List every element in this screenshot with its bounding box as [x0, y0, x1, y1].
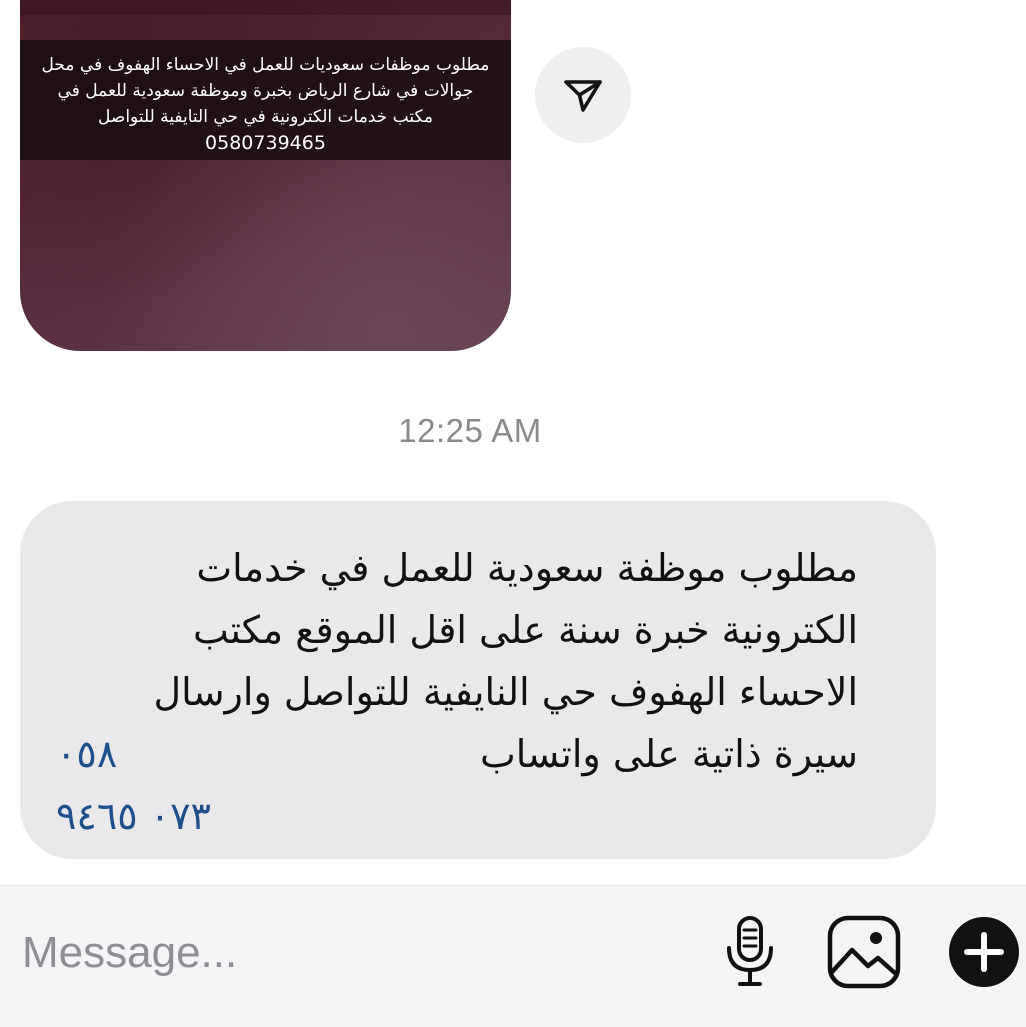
share-button[interactable] [535, 47, 631, 143]
story-caption-line-2: جوالات في شارع الرياض بخبرة وموظفة سعودي… [57, 81, 474, 101]
microphone-icon [727, 916, 773, 986]
story-caption-line-1: مطلوب موظفات سعوديات للعمل في الاحساء ال… [41, 55, 490, 75]
message-text: مطلوب موظفة سعودية للعمل في خدمات الكترو… [56, 537, 858, 847]
message-line-4-text: سيرة ذاتية على واتساب [480, 732, 858, 776]
message-composer [0, 885, 1026, 1027]
message-line-2: الكترونية خبرة سنة على اقل الموقع مكتب [193, 608, 858, 652]
message-line-3: الاحساء الهفوف حي النايفية للتواصل وارسا… [153, 670, 858, 714]
story-caption-phone: 0580739465 [205, 132, 326, 154]
story-image-top-band [20, 0, 511, 15]
phone-number-link-part-2[interactable]: ٠٧٣ ٩٤٦٥ [56, 785, 211, 847]
message-timestamp: 12:25 AM [398, 412, 542, 449]
message-thread: مطلوب موظفات سعوديات للعمل في الاحساء ال… [0, 0, 1026, 885]
received-message-bubble[interactable]: مطلوب موظفة سعودية للعمل في خدمات الكترو… [20, 501, 936, 859]
paper-plane-icon [564, 80, 602, 112]
story-caption-line-3: مكتب خدمات الكترونية في حي التايفية للتو… [98, 107, 433, 127]
message-line-1: مطلوب موظفة سعودية للعمل في خدمات [196, 546, 858, 590]
voice-message-button[interactable] [722, 914, 778, 990]
plus-circle-icon [949, 917, 1019, 987]
phone-number-link-part-1[interactable]: ٠٥٨ [56, 723, 117, 785]
image-icon [827, 915, 901, 989]
shared-story-image[interactable]: مطلوب موظفات سعوديات للعمل في الاحساء ال… [20, 0, 511, 351]
story-caption: مطلوب موظفات سعوديات للعمل في الاحساء ال… [20, 40, 511, 160]
message-input[interactable] [20, 922, 624, 984]
message-line-5: ٠٧٣ ٩٤٦٥ [56, 785, 858, 847]
photo-gallery-button[interactable] [826, 914, 902, 990]
more-options-button[interactable] [948, 916, 1020, 988]
message-line-4: ٠٥٨ سيرة ذاتية على واتساب [56, 723, 858, 785]
